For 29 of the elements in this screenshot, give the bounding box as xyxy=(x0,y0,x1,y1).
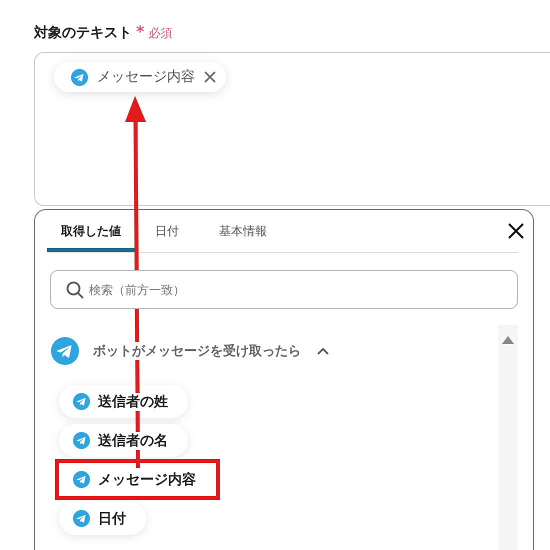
scroll-up-icon[interactable] xyxy=(501,335,515,345)
field-label: 対象のテキスト xyxy=(34,24,132,42)
token-label: メッセージ内容 xyxy=(97,68,195,86)
paper-plane-icon xyxy=(51,337,79,365)
group-title: ボットがメッセージを受け取ったら xyxy=(93,342,301,360)
required-tag: 必須 xyxy=(148,25,172,42)
value-chip[interactable]: 送信者の姓 xyxy=(59,385,188,418)
paper-plane-icon xyxy=(73,471,90,488)
tab[interactable]: 日付 xyxy=(135,210,199,252)
close-icon[interactable] xyxy=(508,223,524,239)
tab[interactable]: 取得した値 xyxy=(47,210,135,252)
chip-label: 送信者の姓 xyxy=(98,392,168,410)
search-field[interactable]: 検索（前方一致） xyxy=(50,270,518,309)
scrollbar[interactable] xyxy=(498,325,518,550)
chevron-icon[interactable] xyxy=(317,347,329,355)
value-chip[interactable]: 日付 xyxy=(59,502,146,535)
token-chip[interactable]: メッセージ内容 xyxy=(54,62,226,92)
chip-label: 送信者の名 xyxy=(98,432,168,450)
paper-plane-icon xyxy=(73,393,90,410)
search-icon xyxy=(66,281,84,299)
text-area[interactable]: メッセージ内容 xyxy=(34,52,550,206)
paper-plane-icon xyxy=(73,510,90,527)
required-asterisk: * xyxy=(136,22,144,41)
paper-plane-icon xyxy=(73,432,90,449)
value-chip[interactable]: 送信者の名 xyxy=(59,424,188,457)
chip-label: 日付 xyxy=(98,510,126,528)
chip-label: メッセージ内容 xyxy=(98,470,196,488)
tab[interactable]: 基本情報 xyxy=(199,210,287,252)
paper-plane-icon xyxy=(71,68,88,86)
